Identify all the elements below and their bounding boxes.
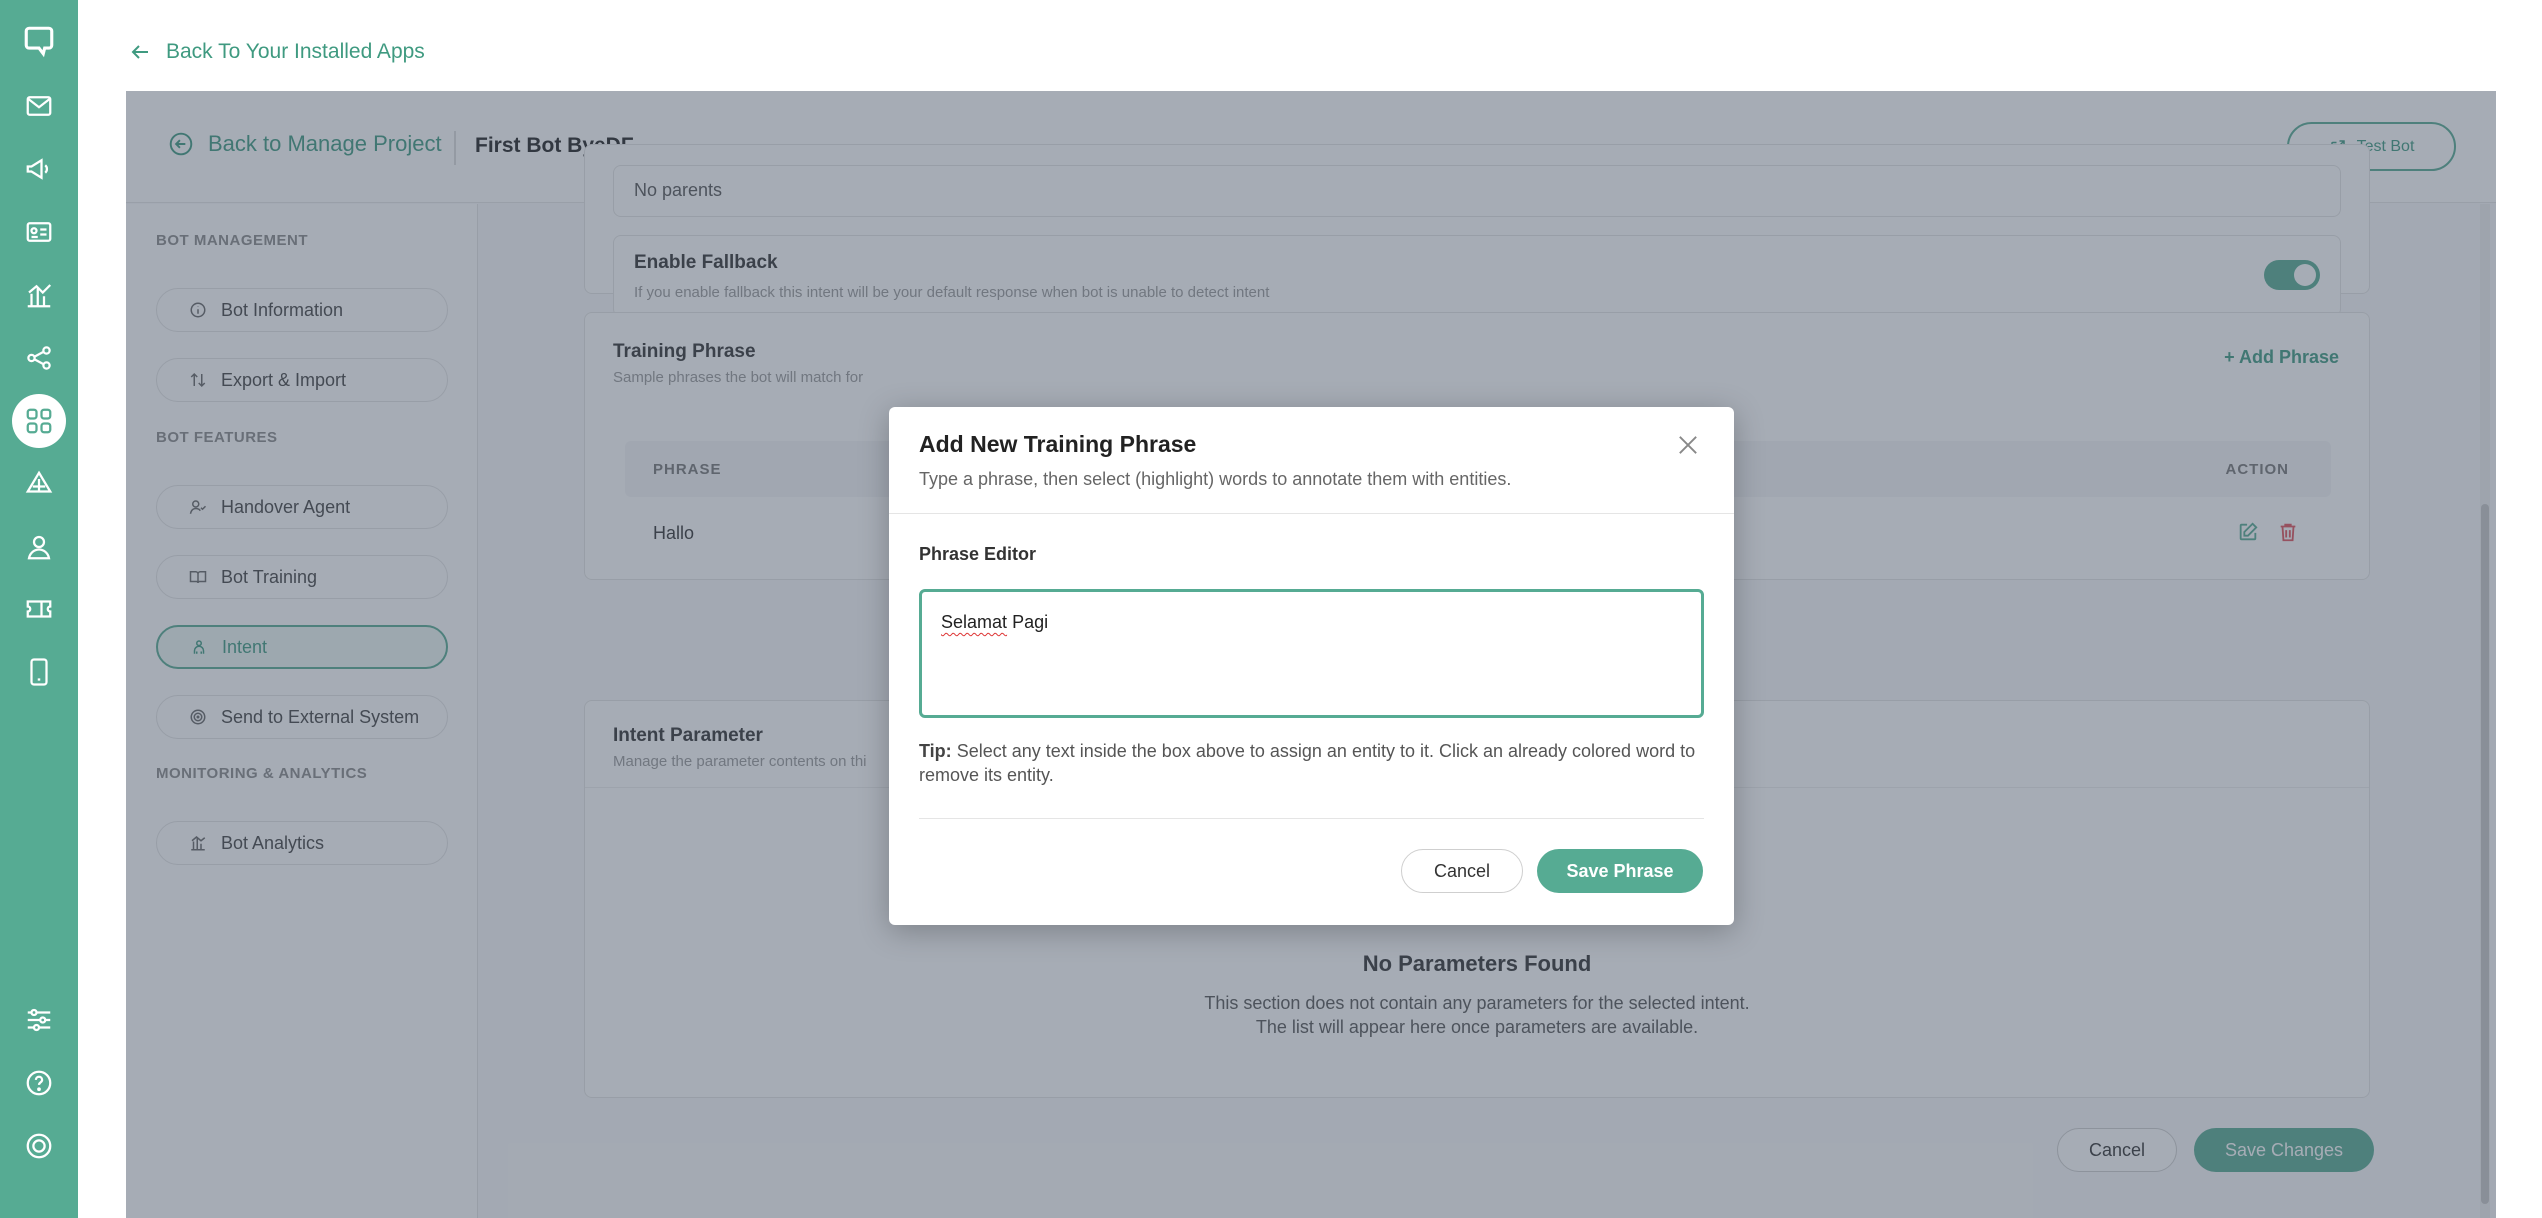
- apps-grid-icon[interactable]: [12, 394, 66, 448]
- save-phrase-button[interactable]: Save Phrase: [1537, 849, 1703, 893]
- megaphone-icon[interactable]: [12, 142, 66, 196]
- bar-chart-icon[interactable]: [12, 268, 66, 322]
- help-icon[interactable]: [12, 1056, 66, 1110]
- integration-icon[interactable]: [12, 457, 66, 511]
- modal-divider: [889, 513, 1734, 514]
- user-agent-icon[interactable]: [12, 520, 66, 574]
- phrase-word: Selamat: [941, 612, 1008, 632]
- power-icon[interactable]: [12, 1119, 66, 1173]
- close-icon[interactable]: [1674, 431, 1702, 459]
- modal-title: Add New Training Phrase: [919, 431, 1197, 457]
- cancel-button[interactable]: Cancel: [1401, 849, 1523, 893]
- tip-label: Tip:: [919, 741, 952, 761]
- app-rail: [0, 0, 78, 1218]
- ticket-icon[interactable]: [12, 582, 66, 636]
- share-nodes-icon[interactable]: [12, 331, 66, 385]
- add-training-phrase-modal: Add New Training Phrase Type a phrase, t…: [889, 407, 1734, 925]
- phrase-editor-label: Phrase Editor: [919, 544, 1037, 564]
- mail-icon[interactable]: [12, 79, 66, 133]
- tip-text: Tip: Select any text inside the box abov…: [919, 739, 1699, 787]
- back-to-installed-apps-label: Back To Your Installed Apps: [166, 40, 425, 63]
- mobile-icon[interactable]: [12, 645, 66, 699]
- chat-logo-icon[interactable]: [12, 14, 66, 68]
- arrow-left-icon: [128, 40, 152, 64]
- tip-body: Select any text inside the box above to …: [919, 741, 1696, 785]
- back-to-installed-apps-link[interactable]: Back To Your Installed Apps: [128, 40, 425, 64]
- contact-card-icon[interactable]: [12, 205, 66, 259]
- phrase-word: Pagi: [1012, 612, 1049, 632]
- phrase-editor-input[interactable]: Selamat Pagi: [919, 589, 1704, 718]
- settings-sliders-icon[interactable]: [12, 993, 66, 1047]
- modal-subtitle: Type a phrase, then select (highlight) w…: [919, 469, 1512, 489]
- modal-footer-divider: [919, 818, 1704, 819]
